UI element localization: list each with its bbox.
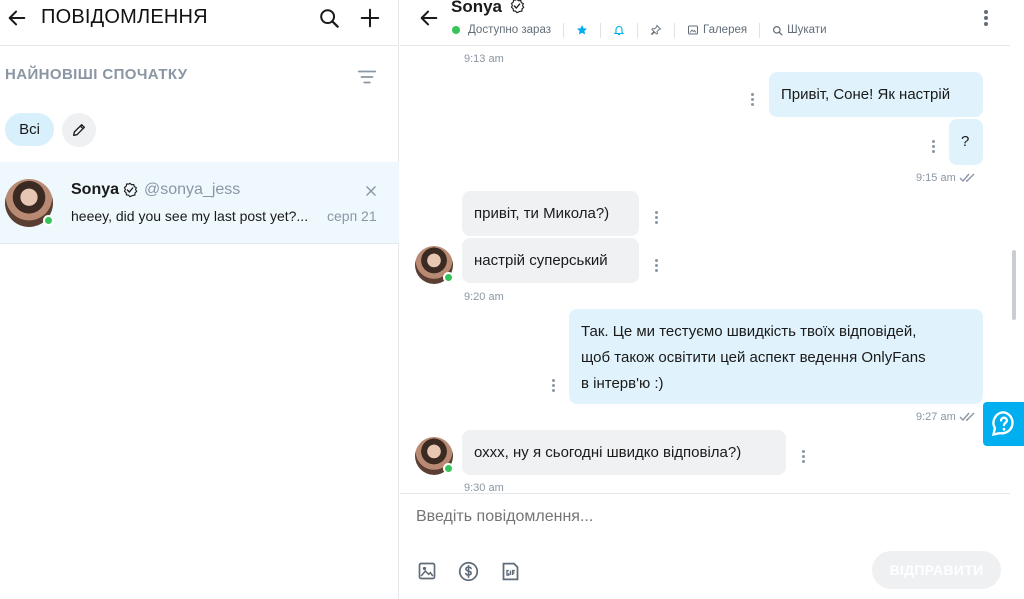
chat-header: Sonya Доступно зараз Галерея Шукати [400,0,1010,46]
chat-pane: Sonya Доступно зараз Галерея Шукати 9:13… [400,0,1024,599]
message-options-icon[interactable] [652,257,660,273]
conversation-name: Sonya [71,181,120,198]
gallery-label: Галерея [702,24,748,36]
incoming-message: оххх, ну я сьогодні швидко відповіла?) [462,430,786,475]
verified-icon [122,182,138,198]
favorite-star-icon[interactable] [576,24,588,36]
notifications-bell-icon[interactable] [613,24,625,36]
message-timestamp: 9:13 am [464,53,504,65]
avatar [5,179,54,227]
online-status-dot [452,26,460,34]
chat-header-toolbar: Доступно зараз Галерея Шукати [452,22,827,38]
outgoing-message: Привіт, Соне! Як настрій [769,72,983,117]
message-line: в інтерв'ю :) [581,375,664,392]
help-question-icon[interactable] [983,402,1024,446]
double-check-icon [959,412,975,422]
search-icon[interactable] [316,5,342,31]
sort-row: НАЙНОВІШІ СПОЧАТКУ [0,56,399,96]
sort-icon[interactable] [354,64,380,90]
image-upload-icon[interactable] [415,559,439,583]
message-options-icon[interactable] [929,138,937,154]
message-options-icon[interactable] [549,377,557,393]
online-status-dot [443,272,454,283]
search-icon [773,25,783,35]
message-line: щоб також освітити цей аспект ведення On… [581,349,926,366]
avatar [415,246,454,284]
conversation-handle: @sonya_jess [144,181,241,198]
new-message-plus-icon[interactable] [357,5,383,31]
message-options-icon[interactable] [799,448,807,464]
availability-status: Доступно зараз [468,24,551,36]
message-input[interactable] [416,508,856,526]
scrollbar-thumb[interactable] [1012,250,1016,320]
message-timestamp-read: 9:27 am [916,411,977,423]
avatar [415,437,454,475]
conversations-pane: ПОВІДОМЛЕННЯ НАЙНОВІШІ СПОЧАТКУ Всі Sony… [0,0,399,599]
online-status-dot [43,215,54,226]
message-timestamp: 9:30 am [464,482,504,493]
message-composer: ВІДПРАВИТИ [400,493,1010,599]
message-line: Так. Це ми тестуємо швидкість твоїх відп… [581,323,917,340]
back-arrow-icon[interactable] [4,5,30,31]
tip-dollar-icon[interactable] [456,559,480,583]
gif-icon[interactable] [498,559,522,583]
online-status-dot [443,463,454,474]
message-timestamp-read: 9:15 am [916,172,977,184]
conversations-header: ПОВІДОМЛЕННЯ [0,0,399,46]
incoming-message: настрій суперський [462,238,639,283]
page-title: ПОВІДОМЛЕННЯ [41,6,208,28]
timestamp-text: 9:15 am [916,172,956,184]
sort-label: НАЙНОВІШІ СПОЧАТКУ [5,66,188,83]
message-timestamp: 9:20 am [464,291,504,303]
filter-all-chip[interactable]: Всі [5,113,54,146]
search-label: Шукати [787,24,827,36]
outgoing-message: Так. Це ми тестуємо швидкість твоїх відп… [569,309,983,404]
message-list[interactable]: 9:13 am Привіт, Соне! Як настрій ? 9:15 … [400,46,1010,493]
pin-icon[interactable] [650,24,662,36]
gallery-icon [687,25,698,35]
conversation-preview: heeey, did you see my last post yet?... [71,208,309,224]
send-button[interactable]: ВІДПРАВИТИ [872,551,1001,589]
gallery-button[interactable]: Галерея [687,24,747,36]
conversation-item-sonya[interactable]: Sonya @sonya_jess heeey, did you see my … [0,162,399,244]
edit-filters-pencil-icon[interactable] [62,113,96,147]
back-arrow-icon[interactable] [416,5,442,31]
message-options-icon[interactable] [748,91,756,107]
search-chat-button[interactable]: Шукати [772,24,827,36]
chat-contact-name[interactable]: Sonya [451,0,502,17]
conversation-date: серп 21 [327,208,377,224]
timestamp-text: 9:27 am [916,411,956,423]
more-options-icon[interactable] [977,6,995,30]
incoming-message: привіт, ти Микола?) [462,191,639,236]
message-options-icon[interactable] [652,209,660,225]
double-check-icon [959,173,975,183]
close-icon[interactable] [362,182,380,200]
verified-icon [509,0,525,14]
outgoing-message: ? [949,119,983,165]
